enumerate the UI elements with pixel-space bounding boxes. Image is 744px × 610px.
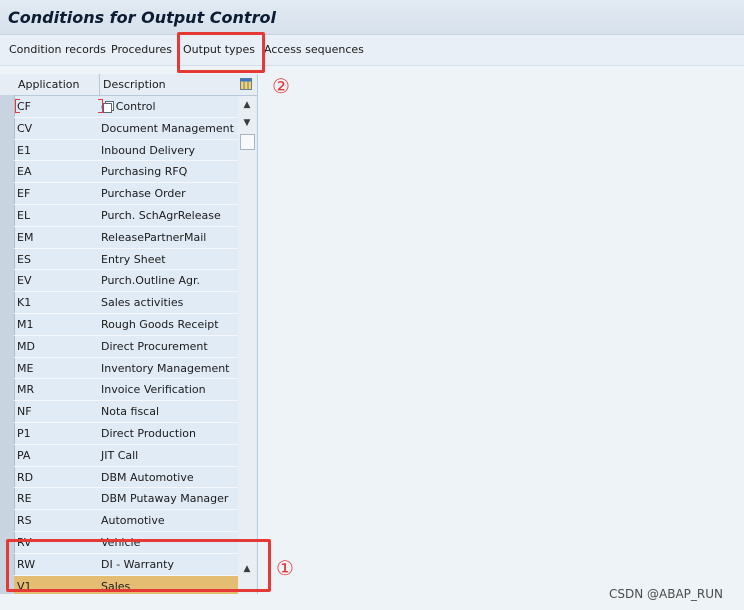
application-table: Application Description CF or Control CV Do… (0, 74, 258, 594)
table-row[interactable]: ME Inventory Management (14, 358, 238, 380)
menu-procedures[interactable]: Procedures (111, 43, 172, 56)
cell-application: E1 (17, 143, 31, 157)
column-header-description[interactable]: Description (103, 78, 166, 91)
cell-application: CV (17, 121, 33, 135)
table-row[interactable]: E1 Inbound Delivery (14, 140, 238, 162)
cell-description: Inbound Delivery (101, 143, 196, 157)
table-row[interactable]: MR Invoice Verification (14, 379, 238, 402)
scroll-down-icon[interactable]: ▼ (242, 118, 252, 128)
cell-description: Invoice Verification (101, 383, 206, 397)
vertical-scrollbar[interactable]: ▲ ▼ (238, 96, 256, 594)
cell-application: EA (17, 165, 32, 179)
cell-description: Nota fiscal (101, 405, 160, 419)
cell-description: Automotive (101, 514, 165, 528)
cell-application: EV (17, 274, 32, 288)
cell-description: DBM Putaway Manager (101, 492, 229, 506)
table-header: Application Description (0, 74, 257, 96)
cell-application: RE (17, 492, 32, 506)
copy-icon[interactable] (102, 101, 116, 113)
cell-description: Purchasing RFQ (101, 165, 188, 179)
annotation-marker-2: ② (272, 74, 290, 98)
column-separator (99, 74, 100, 95)
cell-description: Sales activities (101, 296, 184, 310)
cell-description: Direct Procurement (101, 339, 208, 353)
table-row[interactable]: EF Purchase Order (14, 183, 238, 205)
cell-application: EM (17, 230, 34, 244)
table-row[interactable]: RE DBM Putaway Manager (14, 488, 238, 511)
column-header-application[interactable]: Application (18, 78, 79, 91)
table-row[interactable]: EV Purch.Outline Agr. (14, 270, 238, 293)
table-row[interactable]: K1 Sales activities (14, 292, 238, 314)
cell-application: K1 (17, 296, 32, 310)
scroll-thumb[interactable] (240, 134, 255, 150)
cell-application: EF (17, 187, 31, 201)
cell-description: Rough Goods Receipt (101, 317, 219, 331)
menu-bar: Condition records Procedures Output type… (0, 35, 744, 66)
cell-application: P1 (17, 426, 31, 440)
cell-application: M1 (17, 317, 34, 331)
table-row[interactable]: CV Document Management (14, 118, 238, 140)
table-row[interactable]: M1 Rough Goods Receipt (14, 314, 238, 336)
cell-description: DBM Automotive (101, 470, 194, 484)
table-rows: CF or Control CV Document Management E1 Inbou… (14, 96, 238, 594)
cell-application: RS (17, 514, 32, 528)
cell-application: EL (17, 208, 31, 222)
cell-application: ME (17, 361, 34, 375)
cell-application: NF (17, 405, 32, 419)
table-row[interactable]: RD DBM Automotive (14, 467, 238, 489)
cell-description: Document Management (101, 121, 234, 135)
table-row[interactable]: RS Automotive (14, 510, 238, 532)
menu-access-sequences[interactable]: Access sequences (264, 43, 364, 56)
cell-application: MR (17, 383, 35, 397)
page-title: Conditions for Output Control (8, 8, 276, 27)
cell-description: Inventory Management (101, 361, 230, 375)
selection-bracket-right (98, 99, 103, 113)
highlight-box-sales-row (6, 539, 271, 592)
table-row[interactable]: EM ReleasePartnerMail (14, 227, 238, 249)
table-row[interactable]: EL Purch. SchAgrRelease (14, 205, 238, 227)
cell-application: ES (17, 252, 31, 266)
cell-description: Entry Sheet (101, 252, 166, 266)
cell-description: Purch. SchAgrRelease (101, 208, 221, 222)
menu-condition-records[interactable]: Condition records (9, 43, 106, 56)
watermark: CSDN @ABAP_RUN (609, 587, 724, 601)
row-selector-column[interactable] (0, 95, 15, 594)
table-row[interactable]: EA Purchasing RFQ (14, 161, 238, 184)
table-row[interactable]: CF or Control (14, 96, 238, 118)
scroll-up-icon[interactable]: ▲ (242, 100, 252, 110)
cell-application: PA (17, 448, 31, 462)
cell-description: JIT Call (101, 448, 139, 462)
table-settings-icon[interactable] (240, 78, 252, 90)
selection-bracket-left (15, 99, 20, 113)
cell-application: RD (17, 470, 34, 484)
table-row[interactable]: PA JIT Call (14, 445, 238, 467)
cell-application: MD (17, 339, 35, 353)
table-row[interactable]: P1 Direct Production (14, 423, 238, 445)
title-bar: Conditions for Output Control (0, 0, 744, 35)
table-row[interactable]: MD Direct Procurement (14, 336, 238, 358)
table-row[interactable]: NF Nota fiscal (14, 401, 238, 423)
highlight-box-output-types (177, 32, 265, 73)
cell-description: Purch.Outline Agr. (101, 274, 201, 288)
cell-description: Purchase Order (101, 187, 186, 201)
table-row[interactable]: ES Entry Sheet (14, 249, 238, 271)
cell-description: Direct Production (101, 426, 196, 440)
annotation-marker-1: ① (276, 556, 294, 580)
cell-description: ReleasePartnerMail (101, 230, 207, 244)
